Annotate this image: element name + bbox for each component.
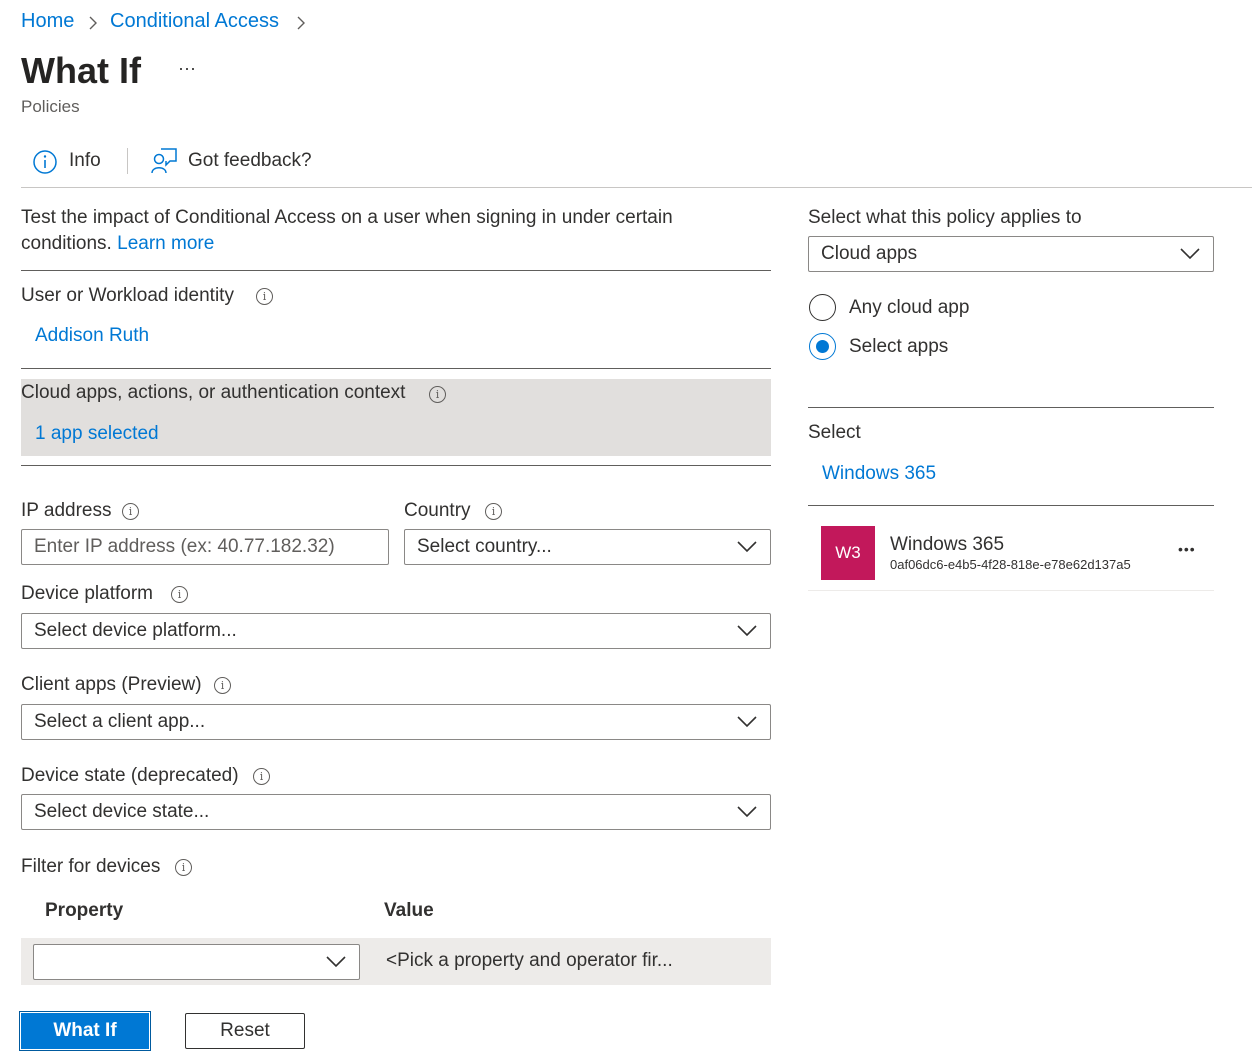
client-apps-dropdown[interactable]: Select a client app... — [21, 704, 771, 740]
what-if-button[interactable]: What If — [19, 1011, 151, 1051]
chevron-down-icon — [737, 806, 757, 818]
device-platform-dropdown[interactable]: Select device platform... — [21, 613, 771, 649]
app-id: 0af06dc6-e4b5-4f28-818e-e78e62d137a5 — [890, 557, 1131, 572]
learn-more-link[interactable]: Learn more — [117, 233, 214, 254]
app-avatar: W3 — [821, 526, 875, 580]
divider — [21, 465, 771, 466]
cloud-apps-label: Cloud apps, actions, or authentication c… — [21, 382, 406, 403]
app-name: Windows 365 — [890, 534, 1005, 555]
divider — [21, 270, 771, 271]
info-icon — [33, 150, 57, 174]
feedback-label: Got feedback? — [188, 150, 312, 171]
radio-any-cloud-app-label: Any cloud app — [849, 297, 970, 318]
select-label: Select — [808, 422, 861, 443]
applies-to-label: Select what this policy applies to — [808, 207, 1082, 228]
device-platform-label: Device platform — [21, 583, 153, 604]
reset-button[interactable]: Reset — [185, 1013, 305, 1049]
select-apps-link[interactable]: Windows 365 — [822, 463, 936, 485]
radio-any-cloud-app[interactable] — [809, 294, 836, 321]
chevron-down-icon — [737, 625, 757, 637]
chevron-down-icon — [737, 716, 757, 728]
info-icon[interactable]: i — [485, 503, 502, 520]
device-platform-dropdown-value: Select device platform... — [34, 620, 237, 641]
device-state-dropdown-value: Select device state... — [34, 801, 210, 822]
country-dropdown[interactable]: Select country... — [404, 529, 771, 565]
info-icon[interactable]: i — [122, 503, 139, 520]
ip-address-input[interactable]: Enter IP address (ex: 40.77.182.32) — [21, 529, 389, 565]
filter-value-placeholder: <Pick a property and operator fir... — [386, 950, 673, 971]
info-icon[interactable]: i — [214, 677, 231, 694]
filter-devices-label: Filter for devices — [21, 856, 161, 877]
divider — [808, 505, 1214, 506]
info-button[interactable]: Info — [32, 148, 122, 176]
cloud-apps-selection-link[interactable]: 1 app selected — [35, 423, 159, 445]
info-icon[interactable]: i — [253, 768, 270, 785]
info-icon[interactable]: i — [175, 859, 192, 876]
divider — [21, 368, 771, 369]
radio-select-apps-label: Select apps — [849, 336, 949, 357]
toolbar-separator — [21, 187, 1252, 188]
divider — [808, 590, 1214, 591]
applies-to-dropdown-value: Cloud apps — [821, 243, 918, 264]
filter-column-property: Property — [45, 900, 124, 921]
feedback-icon — [151, 148, 177, 174]
chevron-down-icon — [737, 541, 757, 553]
chevron-down-icon — [326, 956, 346, 968]
info-label: Info — [69, 150, 101, 171]
country-label: Country — [404, 500, 471, 521]
country-dropdown-value: Select country... — [417, 536, 552, 557]
more-options-icon[interactable]: ··· — [178, 58, 196, 79]
info-icon[interactable]: i — [429, 386, 446, 403]
filter-property-dropdown[interactable] — [33, 944, 360, 980]
filter-column-value: Value — [384, 900, 434, 921]
user-selection-link[interactable]: Addison Ruth — [35, 325, 149, 347]
client-apps-dropdown-value: Select a client app... — [34, 711, 206, 732]
chevron-right-icon — [297, 16, 305, 30]
intro-text: Test the impact of Conditional Access on… — [21, 205, 721, 257]
divider — [808, 407, 1214, 408]
radio-select-apps[interactable] — [809, 333, 836, 360]
breadcrumb-conditional-access[interactable]: Conditional Access — [110, 10, 279, 33]
breadcrumb-home[interactable]: Home — [21, 10, 74, 33]
toolbar-divider — [127, 148, 128, 174]
list-item[interactable]: W3 Windows 365 0af06dc6-e4b5-4f28-818e-e… — [808, 515, 1214, 590]
page-title: What If — [21, 50, 141, 91]
ip-address-label: IP address — [21, 500, 112, 521]
device-state-dropdown[interactable]: Select device state... — [21, 794, 771, 830]
client-apps-label: Client apps (Preview) — [21, 674, 202, 695]
chevron-right-icon — [89, 16, 97, 30]
device-state-label: Device state (deprecated) — [21, 765, 239, 786]
page-subtitle: Policies — [21, 97, 80, 116]
feedback-button[interactable]: Got feedback? — [150, 146, 320, 176]
info-icon[interactable]: i — [171, 586, 188, 603]
info-icon[interactable]: i — [256, 288, 273, 305]
app-more-icon[interactable]: ••• — [1178, 541, 1196, 557]
user-label: User or Workload identity — [21, 285, 234, 306]
chevron-down-icon — [1180, 248, 1200, 260]
applies-to-dropdown[interactable]: Cloud apps — [808, 236, 1214, 272]
